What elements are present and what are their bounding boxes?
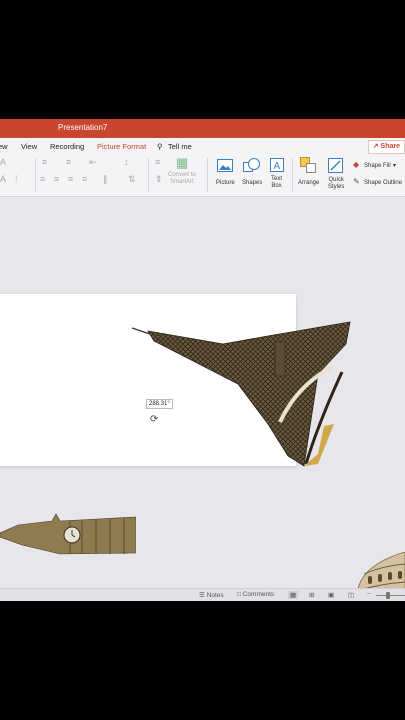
shape-fill-button[interactable]: ◆ Shape Fill ▾ <box>353 160 405 173</box>
shape-fill-chevron-icon: ▾ <box>393 163 397 169</box>
tab-review[interactable]: ew <box>0 142 8 151</box>
reading-view-icon[interactable]: ▣ <box>328 591 334 599</box>
window-title: Presentation7 <box>58 123 108 132</box>
rotate-handle-icon[interactable]: ⟳ <box>150 414 158 425</box>
font-color-icon: A <box>0 174 7 184</box>
tab-picture-format[interactable]: Picture Format <box>97 142 146 151</box>
tell-me-lightbulb-icon[interactable]: ⚲ <box>157 142 163 151</box>
picture-label: Picture <box>216 180 235 186</box>
notes-icon: ☰ <box>199 592 207 599</box>
ribbon: A A ⁞ ≡ ≡ ⇤ ↕ ≡ ≡ ≡ ≡ ∥ ⇅ ≡ ⇕ ▦ Convert … <box>0 154 405 197</box>
comments-button[interactable]: □ Comments <box>237 591 274 598</box>
shape-fill-label: Shape Fill <box>364 163 391 169</box>
rotation-angle-readout: 288.31° <box>146 399 173 409</box>
picture-button[interactable]: Picture <box>213 157 239 193</box>
status-bar: ☰ Notes □ Comments ▦ ⊞ ▣ ◫ − <box>0 588 405 601</box>
quick-styles-button[interactable]: Quick Styles <box>326 157 348 193</box>
text-box-icon: A <box>270 158 284 172</box>
app-window: Presentation7 ew View Recording Picture … <box>0 119 405 601</box>
paint-bucket-icon: ◆ <box>353 160 360 169</box>
align-left-icon: ≡ <box>40 174 46 184</box>
share-icon: ↗ <box>372 143 381 150</box>
big-ben-image[interactable] <box>0 511 136 558</box>
text-box-align-icon: ⇕ <box>155 174 163 184</box>
notes-button[interactable]: ☰ Notes <box>199 591 224 599</box>
convert-smartart-label: Convert to SmartArt <box>168 172 196 185</box>
eiffel-tower-image[interactable] <box>128 314 353 474</box>
indent-icon: ⇤ <box>89 157 97 167</box>
arrange-label: Arrange <box>298 180 320 186</box>
ribbon-tabs: ew View Recording Picture Format ⚲ Tell … <box>0 138 405 154</box>
shapes-icon <box>243 158 260 172</box>
zoom-slider[interactable] <box>376 595 405 596</box>
pen-icon: ✎ <box>353 177 360 186</box>
zoom-slider-thumb[interactable] <box>386 592 390 599</box>
title-bar: Presentation7 <box>0 119 405 138</box>
bullets-icon: ≡ <box>42 157 48 167</box>
normal-view-icon[interactable]: ▦ <box>288 591 299 599</box>
quick-styles-icon <box>328 158 343 173</box>
align-right-icon: ≡ <box>68 174 74 184</box>
slide-sorter-icon[interactable]: ⊞ <box>309 591 314 599</box>
font-size-icon: A <box>0 157 7 167</box>
share-button[interactable]: ↗ Share <box>367 140 405 154</box>
tab-recording[interactable]: Recording <box>50 142 84 151</box>
quick-styles-label: Quick Styles <box>328 177 345 190</box>
share-label: Share <box>380 143 400 150</box>
shapes-label: Shapes <box>242 180 263 186</box>
columns-icon: ∥ <box>103 174 108 184</box>
shapes-button[interactable]: Shapes <box>240 157 268 193</box>
tab-tell-me[interactable]: Tell me <box>168 142 192 151</box>
comments-label: Comments <box>242 591 275 598</box>
text-box-button[interactable]: A Text Box <box>267 157 287 193</box>
svg-text:A: A <box>274 161 281 172</box>
align-text-icon: ≡ <box>155 157 161 167</box>
ribbon-separator <box>207 158 208 192</box>
text-box-label: Text Box <box>271 176 283 189</box>
tab-view[interactable]: View <box>21 142 37 151</box>
arrange-button[interactable]: Arrange <box>297 157 325 193</box>
ribbon-separator <box>148 158 149 192</box>
text-direction-icon: ⇅ <box>128 174 136 184</box>
slide-editing-area[interactable]: 288.31° ⟳ <box>0 196 405 601</box>
picture-icon <box>217 159 233 172</box>
align-center-icon: ≡ <box>54 174 60 184</box>
ribbon-separator <box>35 158 36 192</box>
numbering-icon: ≡ <box>66 157 72 167</box>
shape-outline-label: Shape Outline <box>364 180 403 186</box>
zoom-out-icon[interactable]: − <box>367 591 371 598</box>
text-highlight-icon: ⁞ <box>15 174 18 184</box>
ribbon-separator <box>292 158 293 192</box>
slideshow-icon[interactable]: ◫ <box>348 591 354 599</box>
arrange-icon <box>300 157 316 173</box>
notes-label: Notes <box>206 592 224 599</box>
justify-icon: ≡ <box>82 174 88 184</box>
line-spacing-icon: ↕ <box>124 157 129 167</box>
shape-outline-button[interactable]: ✎ Shape Outline <box>353 177 405 190</box>
smartart-icon: ▦ <box>176 155 189 170</box>
